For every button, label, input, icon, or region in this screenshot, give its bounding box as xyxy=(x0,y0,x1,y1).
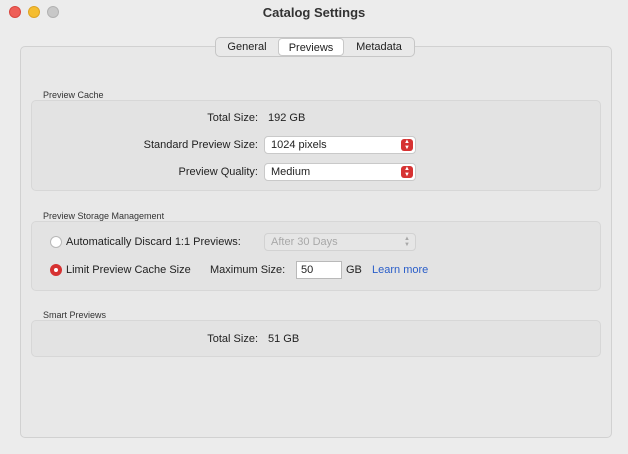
title-bar: Catalog Settings xyxy=(0,0,628,26)
preview-quality-label: Preview Quality: xyxy=(178,166,258,178)
max-size-unit: GB xyxy=(346,264,362,276)
max-size-label: Maximum Size: xyxy=(210,264,286,276)
tab-bar: General Previews Metadata xyxy=(215,37,415,57)
standard-preview-size-select[interactable]: 1024 pixels ▲ ▼ xyxy=(264,136,416,154)
preview-cache-section-label: Preview Cache xyxy=(43,90,104,100)
chevron-updown-icon: ▲ ▼ xyxy=(401,139,413,151)
standard-preview-size-value: 1024 pixels xyxy=(271,139,327,151)
preview-quality-select[interactable]: Medium ▲ ▼ xyxy=(264,163,416,181)
tab-general[interactable]: General xyxy=(216,38,278,56)
smart-previews-total-size-label: Total Size: xyxy=(207,333,258,345)
storage-box xyxy=(31,221,601,291)
smart-previews-total-size-value: 51 GB xyxy=(268,333,300,345)
auto-discard-value: After 30 Days xyxy=(271,236,338,248)
max-size-input[interactable]: 50 xyxy=(296,261,342,279)
smart-previews-section-label: Smart Previews xyxy=(43,310,107,320)
standard-preview-size-label: Standard Preview Size: xyxy=(143,139,258,151)
chevron-updown-icon: ▲ ▼ xyxy=(401,166,413,178)
preview-cache-total-size-value: 192 GB xyxy=(268,112,306,124)
auto-discard-radio[interactable] xyxy=(50,236,62,248)
limit-cache-radio[interactable] xyxy=(50,264,62,276)
auto-discard-select[interactable]: After 30 Days ▲ ▼ xyxy=(264,233,416,251)
chevron-updown-icon: ▲ ▼ xyxy=(404,236,410,248)
learn-more-link[interactable]: Learn more xyxy=(372,264,428,276)
storage-section-label: Preview Storage Management xyxy=(43,211,165,221)
auto-discard-label: Automatically Discard 1:1 Previews: xyxy=(66,236,241,248)
preview-quality-value: Medium xyxy=(271,166,311,178)
tab-metadata[interactable]: Metadata xyxy=(344,38,414,56)
limit-cache-label: Limit Preview Cache Size xyxy=(66,264,191,276)
tab-previews[interactable]: Previews xyxy=(278,38,344,56)
window-title: Catalog Settings xyxy=(262,5,366,20)
preview-cache-total-size-label: Total Size: xyxy=(207,112,258,124)
